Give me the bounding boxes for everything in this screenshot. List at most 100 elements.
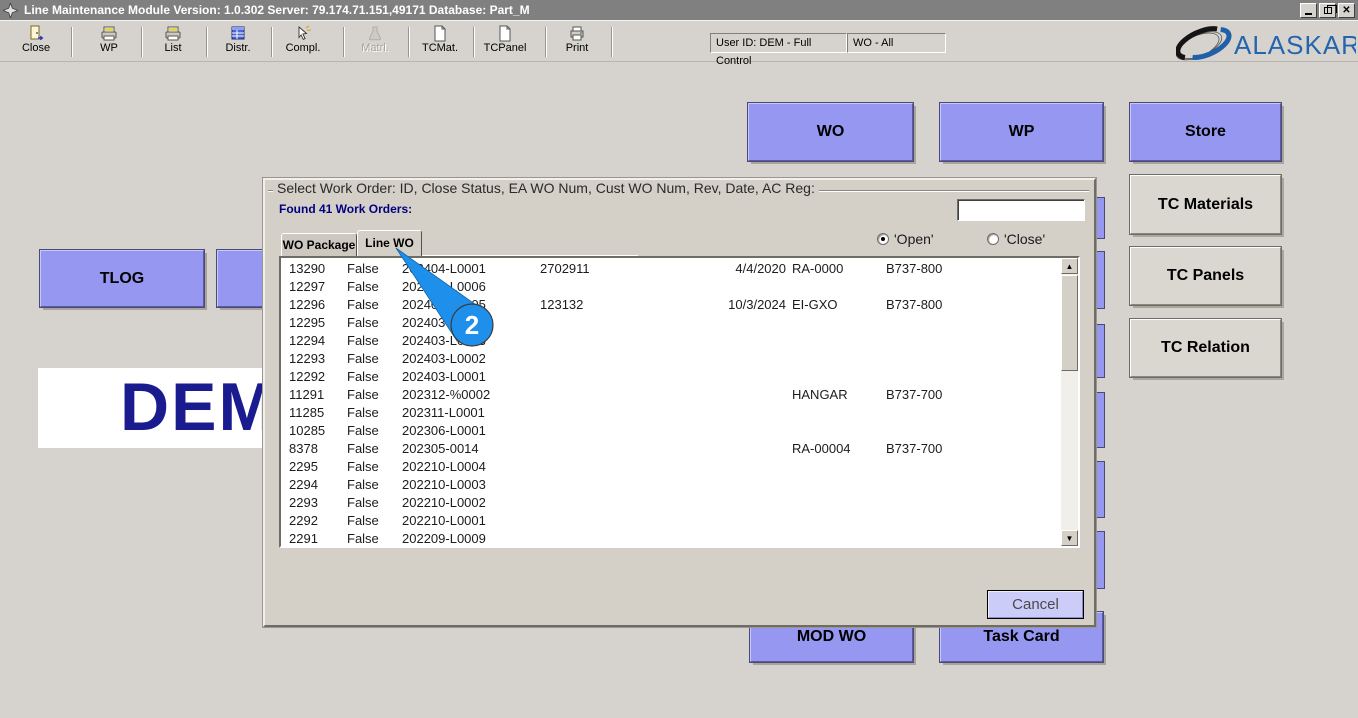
scroll-up-icon[interactable] bbox=[1061, 258, 1078, 274]
toolbar-print-button[interactable]: Print bbox=[553, 24, 601, 60]
close-status-cell: False bbox=[347, 441, 379, 456]
wo-list-row[interactable]: 8378 False 202305-0014 RA-00004 B737-700 bbox=[281, 440, 1061, 458]
close-status-cell: False bbox=[347, 423, 379, 438]
wo-id-cell: 2292 bbox=[289, 513, 318, 528]
ac-reg-cell: RA-0000 bbox=[792, 261, 844, 276]
app-window: Line Maintenance Module Version: 1.0.302… bbox=[0, 0, 1358, 718]
tab-line-wo[interactable]: Line WO bbox=[357, 230, 422, 256]
ea-wo-num-cell: 202403-L0001 bbox=[402, 369, 486, 384]
company-logo: ALASKAR bbox=[1175, 23, 1358, 68]
wo-list-row[interactable]: 2294 False 202210-L0003 bbox=[281, 476, 1061, 494]
wo-list-row[interactable]: 12296 False 202403-L0005 123132 10/3/202… bbox=[281, 296, 1061, 314]
tc-relation-button[interactable]: TC Relation bbox=[1130, 319, 1281, 377]
wo-id-cell: 2291 bbox=[289, 531, 318, 546]
tab-wo-package[interactable]: WO Package bbox=[281, 233, 357, 256]
ea-wo-num-cell: 202305-0014 bbox=[402, 441, 479, 456]
distr-icon bbox=[231, 26, 245, 40]
wo-list-rows: 13290 False 202404-L0001 2702911 4/4/202… bbox=[281, 258, 1061, 546]
close-status-cell: False bbox=[347, 261, 379, 276]
user-id-field: User ID: DEM - Full Control bbox=[710, 33, 847, 67]
cust-wo-num-cell: 123132 bbox=[540, 297, 584, 312]
toolbar-separator bbox=[343, 27, 345, 57]
close-status-cell: False bbox=[347, 279, 379, 294]
close-status-cell: False bbox=[347, 405, 379, 420]
wo-list-row[interactable]: 13290 False 202404-L0001 2702911 4/4/202… bbox=[281, 260, 1061, 278]
ea-wo-num-cell: 202306-L0001 bbox=[402, 423, 486, 438]
wo-id-cell: 12293 bbox=[289, 351, 326, 366]
wp-button[interactable]: WP bbox=[940, 103, 1103, 161]
wo-id-cell: 12296 bbox=[289, 297, 326, 312]
close-status-cell: False bbox=[347, 531, 379, 546]
ea-wo-num-cell: 202210-L0001 bbox=[402, 513, 486, 528]
tc-panels-button[interactable]: TC Panels bbox=[1130, 247, 1281, 305]
list-icon bbox=[165, 26, 181, 41]
toolbar-wp-button[interactable]: WP bbox=[85, 24, 133, 60]
toolbar-distr-button[interactable]: Distr. bbox=[214, 24, 262, 60]
wo-list-row[interactable]: 11291 False 202312-%0002 HANGAR B737-700 bbox=[281, 386, 1061, 404]
toolbar-compl-button[interactable]: Compl. bbox=[279, 24, 327, 60]
logo-mark-icon: ALASKAR bbox=[1175, 26, 1358, 61]
close-window-icon bbox=[1342, 5, 1350, 16]
radio-close[interactable]: 'Close' bbox=[987, 231, 1045, 247]
ac-type-cell: B737-800 bbox=[886, 297, 943, 312]
wo-id-cell: 2294 bbox=[289, 477, 318, 492]
filter-input[interactable] bbox=[957, 199, 1085, 221]
restore-icon bbox=[1323, 4, 1337, 14]
wo-list-row[interactable]: 2291 False 202209-L0009 bbox=[281, 530, 1061, 546]
app-icon bbox=[3, 2, 18, 18]
minimize-icon bbox=[1305, 12, 1312, 15]
wo-list-row[interactable]: 2292 False 202210-L0001 bbox=[281, 512, 1061, 530]
matrl-icon bbox=[368, 26, 382, 41]
tc-materials-button[interactable]: TC Materials bbox=[1130, 175, 1281, 234]
store-button[interactable]: Store bbox=[1130, 103, 1281, 161]
toolbar-separator bbox=[141, 27, 143, 57]
wo-list-row[interactable]: 12292 False 202403-L0001 bbox=[281, 368, 1061, 386]
tcmat-icon bbox=[434, 25, 446, 42]
close-status-cell: False bbox=[347, 477, 379, 492]
wo-list-row[interactable]: 12294 False 202403-L0003 bbox=[281, 332, 1061, 350]
close-status-cell: False bbox=[347, 495, 379, 510]
wo-list-row[interactable]: 10285 False 202306-L0001 bbox=[281, 422, 1061, 440]
wo-list-row[interactable]: 12295 False 202403-L0004 bbox=[281, 314, 1061, 332]
wo-list-row[interactable]: 12297 False 202403-L0006 bbox=[281, 278, 1061, 296]
wo-id-cell: 11291 bbox=[289, 387, 325, 402]
toolbar-separator bbox=[473, 27, 475, 57]
toolbar-close-button[interactable]: Close bbox=[12, 24, 60, 60]
toolbar-tcmat-button[interactable]: TCMat. bbox=[416, 24, 464, 60]
close-window-button[interactable] bbox=[1338, 2, 1355, 18]
wo-list-row[interactable]: 11285 False 202311-L0001 bbox=[281, 404, 1061, 422]
scroll-down-icon[interactable] bbox=[1061, 530, 1078, 546]
toolbar-separator bbox=[408, 27, 410, 57]
toolbar-list-button[interactable]: List bbox=[149, 24, 197, 60]
radio-open[interactable]: 'Open' bbox=[877, 231, 934, 247]
toolbar-tcpanel-button[interactable]: TCPanel bbox=[481, 24, 529, 60]
wo-button[interactable]: WO bbox=[748, 103, 913, 161]
ac-reg-cell: RA-00004 bbox=[792, 441, 851, 456]
close-status-cell: False bbox=[347, 351, 379, 366]
wo-list-row[interactable]: 12293 False 202403-L0002 bbox=[281, 350, 1061, 368]
ea-wo-num-cell: 202209-L0009 bbox=[402, 531, 486, 546]
close-status-cell: False bbox=[347, 459, 379, 474]
ea-wo-num-cell: 202403-L0002 bbox=[402, 351, 486, 366]
ea-wo-num-cell: 202210-L0003 bbox=[402, 477, 486, 492]
vertical-scrollbar[interactable] bbox=[1061, 258, 1078, 546]
wo-list-row[interactable]: 2295 False 202210-L0004 bbox=[281, 458, 1061, 476]
dem-banner: DEM bbox=[38, 368, 263, 448]
close-status-cell: False bbox=[347, 387, 379, 402]
toolbar-separator bbox=[611, 27, 613, 57]
wo-id-cell: 13290 bbox=[289, 261, 326, 276]
window-title: Line Maintenance Module Version: 1.0.302… bbox=[24, 3, 530, 17]
tlog-button[interactable]: TLOG bbox=[40, 250, 204, 307]
restore-button[interactable] bbox=[1319, 2, 1337, 18]
scope-field: WO - All bbox=[847, 33, 946, 53]
close-status-cell: False bbox=[347, 315, 379, 330]
wo-id-cell: 12294 bbox=[289, 333, 326, 348]
scrollbar-thumb[interactable] bbox=[1061, 275, 1078, 371]
ac-type-cell: B737-800 bbox=[886, 261, 943, 276]
minimize-button[interactable] bbox=[1300, 2, 1317, 18]
wo-list-row[interactable]: 2293 False 202210-L0002 bbox=[281, 494, 1061, 512]
wo-id-cell: 11285 bbox=[289, 405, 325, 420]
toolbar: Close WP List Distr. Compl. Matrl. TCMat… bbox=[0, 20, 1358, 67]
dialog-title: Select Work Order: ID, Close Status, EA … bbox=[273, 180, 819, 196]
cancel-button[interactable]: Cancel bbox=[988, 591, 1083, 618]
